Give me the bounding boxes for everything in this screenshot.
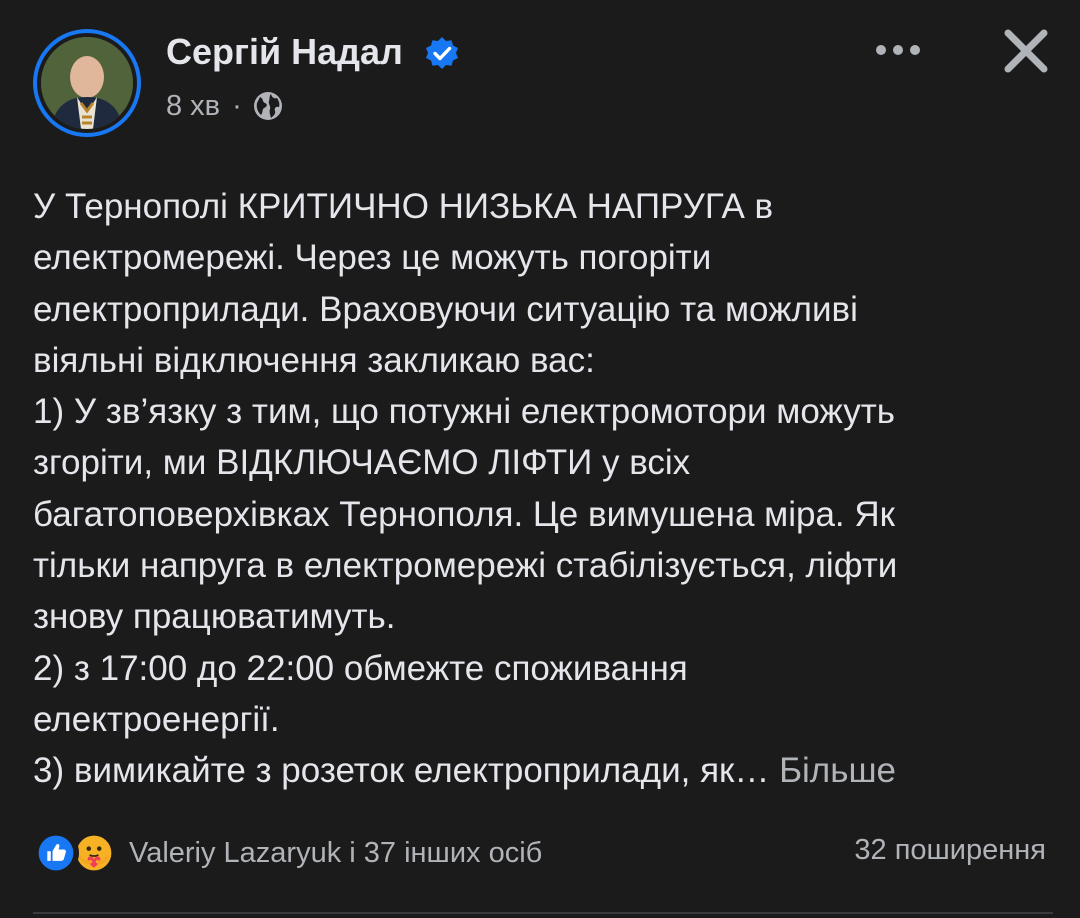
post-line: згоріти, ми ВІДКЛЮЧАЄМО ЛІФТИ у всіх — [33, 443, 691, 483]
post-meta: 8 хв · — [166, 86, 284, 126]
see-more-link[interactable]: Більше — [779, 751, 896, 790]
verified-badge-icon — [426, 37, 458, 69]
avatar-portrait-icon — [41, 37, 133, 129]
post-line: тільки напруга в електромережі стабілізу… — [33, 546, 898, 586]
ellipsis-icon — [876, 45, 920, 55]
avatar-image — [41, 37, 133, 129]
post-line: багатоповерхівках Тернополя. Це вимушена… — [33, 494, 895, 534]
post-last-line: 3) вимикайте з розеток електроприлади, я… — [33, 745, 1053, 796]
post-line: віяльні відключення закликаю вас: — [33, 340, 595, 380]
divider — [33, 912, 1053, 914]
post-line: електромережі. Через це можуть погоріти — [33, 238, 712, 278]
post-line: 2) з 17:00 до 22:00 обмежте споживання — [33, 648, 688, 688]
post-body: У Тернополі КРИТИЧНО НИЗЬКА НАПРУГА в ел… — [33, 181, 1053, 797]
reactions-summary[interactable]: Valeriy Lazaryuk і 37 інших осіб — [33, 828, 542, 878]
like-icon — [33, 830, 79, 876]
post-line: 1) У зв’язку з тим, що потужні електромо… — [33, 392, 895, 432]
post-line: 3) вимикайте з розеток електроприлади, я… — [33, 751, 780, 791]
post-line: електроприлади. Враховуючи ситуацію та м… — [33, 289, 858, 329]
post-line: електроенергії. — [33, 699, 280, 739]
shares-count[interactable]: 32 поширення — [854, 834, 1046, 867]
close-icon[interactable] — [1000, 25, 1052, 77]
more-options-button[interactable] — [868, 34, 928, 66]
post-header: Сергій Надал 8 хв · — [0, 0, 1080, 150]
post-time[interactable]: 8 хв — [166, 86, 220, 126]
post-line: У Тернополі КРИТИЧНО НИЗЬКА НАПРУГА в — [33, 187, 774, 226]
post-line: знову працюватимуть. — [33, 597, 396, 637]
globe-icon[interactable] — [252, 90, 284, 122]
author-name[interactable]: Сергій Надал — [166, 30, 403, 74]
meta-separator: · — [232, 90, 242, 122]
reactors-text[interactable]: Valeriy Lazaryuk і 37 інших осіб — [129, 837, 542, 870]
author-avatar[interactable] — [33, 29, 141, 137]
